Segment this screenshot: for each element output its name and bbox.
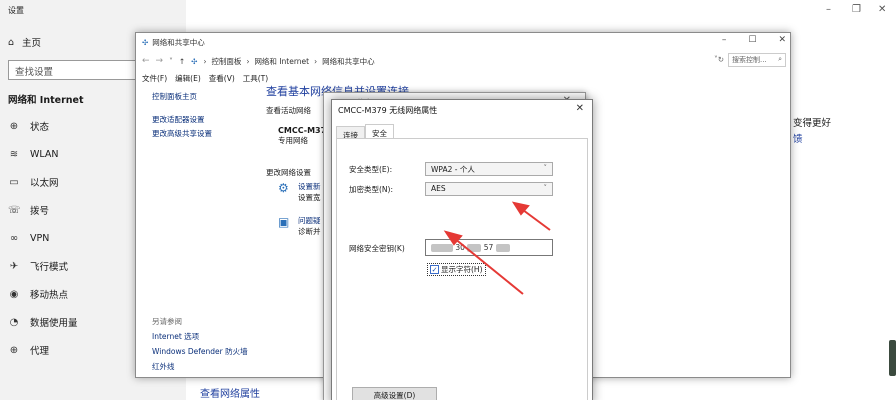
scrollbar-thumb[interactable] <box>889 340 896 376</box>
home-icon: ⌂ <box>8 36 15 48</box>
cpanel-menu-bar: 文件(F) 编辑(E) 查看(V) 工具(T) <box>136 71 790 85</box>
view-network-properties-link[interactable]: 查看网络属性 <box>200 385 260 400</box>
settings-nav: ⊕ 状态 ≋ WLAN ▭ 以太网 ☏ 拨号 ∞ VPN ✈ 飞行模式 ◉ 移动热点 ◔ 数据使… <box>8 112 78 364</box>
settings-section-title: 网络和 Internet <box>8 95 84 106</box>
chevron-down-icon: ˅ <box>543 184 548 192</box>
menu-view[interactable]: 查看(V) <box>209 73 235 84</box>
settings-title: 设置 <box>8 6 24 15</box>
cpanel-address-bar: ← → ˅ ↑ ✣ › 控制面板 › 网络和 Internet › 网络和共享中心 ˅… <box>136 51 790 71</box>
setup-connection-icon: ⚙ <box>278 181 289 195</box>
props-security-panel: 安全类型(E): WPA2 - 个人 ˅ 加密类型(N): AES ˅ 网络安全密钥… <box>336 138 588 400</box>
encryption-type-select[interactable]: AES ˅ <box>425 182 553 196</box>
change-settings-label: 更改网络设置 <box>266 168 311 177</box>
cpanel-left-links: 控制面板主页 更改适配器设置 更改高级共享设置 <box>152 91 212 139</box>
link-advanced-sharing[interactable]: 更改高级共享设置 <box>152 128 212 139</box>
link-adapter-settings[interactable]: 更改适配器设置 <box>152 114 212 125</box>
settings-right-text: 变得更好 <box>793 118 832 129</box>
address-network-icon: ✣ <box>191 56 198 66</box>
link-internet-options[interactable]: Internet 选项 <box>152 331 248 342</box>
settings-nav-item-proxy[interactable]: ⊕ 代理 <box>8 336 78 364</box>
back-icon[interactable]: ← <box>142 56 150 66</box>
up-icon[interactable]: ↑ <box>179 57 185 66</box>
active-networks-label: 查看活动网络 <box>266 106 311 115</box>
security-type-select[interactable]: WPA2 - 个人 ˅ <box>425 162 553 176</box>
advanced-settings-button[interactable]: 高级设置(D) <box>352 387 437 400</box>
settings-nav-item-status[interactable]: ⊕ 状态 <box>8 112 78 140</box>
link-infrared[interactable]: 红外线 <box>152 361 248 372</box>
props-titlebar: CMCC-M379 无线网络属性 ✕ <box>332 100 592 119</box>
task-troubleshoot-link[interactable]: 问题疑 <box>298 215 321 226</box>
refresh-icon[interactable]: ˅↻ <box>714 55 724 64</box>
proxy-icon: ⊕ <box>9 344 19 356</box>
redacted-block <box>495 244 510 252</box>
settings-feedback-link[interactable]: 馈 <box>793 131 803 145</box>
settings-nav-item-airplane[interactable]: ✈ 飞行模式 <box>8 252 78 280</box>
encryption-type-label: 加密类型(N): <box>349 185 393 194</box>
cpanel-minimize-icon[interactable]: – <box>722 35 727 45</box>
security-key-input[interactable]: 30 57 <box>425 239 553 256</box>
settings-nav-item-dialup[interactable]: ☏ 拨号 <box>8 196 78 224</box>
cpanel-close-icon[interactable]: ✕ <box>778 35 786 45</box>
home-label: 主页 <box>22 38 42 49</box>
props-title: CMCC-M379 无线网络属性 <box>338 106 438 115</box>
redacted-block <box>431 244 453 252</box>
breadcrumb-item[interactable]: 控制面板 <box>211 56 241 67</box>
settings-nav-item-wlan[interactable]: ≋ WLAN <box>8 140 78 168</box>
settings-nav-item-data-usage[interactable]: ◔ 数据使用量 <box>8 308 78 336</box>
security-type-label: 安全类型(E): <box>349 165 393 174</box>
checkmark-icon: ✓ <box>430 265 439 274</box>
security-key-label: 网络安全密钥(K) <box>349 244 405 253</box>
see-also-title: 另请参阅 <box>152 317 182 326</box>
menu-file[interactable]: 文件(F) <box>142 73 167 84</box>
chevron-down-icon[interactable]: ˅ <box>169 57 173 66</box>
link-defender-firewall[interactable]: Windows Defender 防火墙 <box>152 346 248 357</box>
cpanel-title: 网络和共享中心 <box>152 37 205 47</box>
data-usage-icon: ◔ <box>9 316 19 328</box>
task-setup-connection[interactable]: ⚙ 设置新 设置宽 <box>278 181 321 203</box>
forward-icon[interactable]: → <box>156 56 164 66</box>
menu-tools[interactable]: 工具(T) <box>243 73 268 84</box>
link-cpanel-home[interactable]: 控制面板主页 <box>152 91 212 102</box>
task-troubleshoot[interactable]: ▣ 问题疑 诊断并 <box>278 215 321 237</box>
vpn-icon: ∞ <box>9 232 19 244</box>
breadcrumb: › 控制面板 › 网络和 Internet › 网络和共享中心 <box>203 56 375 67</box>
settings-nav-item-hotspot[interactable]: ◉ 移动热点 <box>8 280 78 308</box>
chevron-down-icon: ˅ <box>543 164 548 172</box>
cpanel-titlebar: ✣ 网络和共享中心 – ☐ ✕ <box>136 33 790 51</box>
show-characters-checkbox[interactable]: ✓ 显示字符(H) <box>427 263 486 276</box>
cpanel-see-also: 另请参阅 Internet 选项 Windows Defender 防火墙 红外… <box>152 316 248 372</box>
settings-nav-item-ethernet[interactable]: ▭ 以太网 <box>8 168 78 196</box>
breadcrumb-item[interactable]: 网络和 Internet <box>254 56 309 67</box>
troubleshoot-icon: ▣ <box>278 215 290 229</box>
search-icon: ⌕ <box>778 55 782 63</box>
airplane-icon: ✈ <box>9 260 19 272</box>
redacted-block <box>467 244 482 252</box>
maximize-icon[interactable]: ❐ <box>852 4 861 15</box>
menu-edit[interactable]: 编辑(E) <box>175 73 201 84</box>
settings-nav-item-vpn[interactable]: ∞ VPN <box>8 224 78 252</box>
wifi-icon: ≋ <box>9 148 19 160</box>
globe-icon: ⊕ <box>9 120 19 132</box>
hotspot-icon: ◉ <box>9 288 19 300</box>
ethernet-icon: ▭ <box>9 176 19 188</box>
wireless-properties-dialog: CMCC-M379 无线网络属性 ✕ 连接 安全 安全类型(E): WPA2 -… <box>331 99 593 400</box>
network-center-icon: ✣ <box>142 37 149 47</box>
close-icon[interactable]: ✕ <box>878 4 886 15</box>
breadcrumb-item[interactable]: 网络和共享中心 <box>322 56 375 67</box>
minimize-icon[interactable]: – <box>826 4 831 15</box>
task-setup-link[interactable]: 设置新 <box>298 181 321 192</box>
settings-home-item[interactable]: ⌂ 主页 <box>8 35 42 50</box>
network-type: 专用网络 <box>278 136 308 145</box>
cpanel-search-input[interactable]: 搜索控制... ⌕ <box>728 53 786 67</box>
props-close-icon[interactable]: ✕ <box>576 103 584 114</box>
dialup-icon: ☏ <box>8 204 21 216</box>
cpanel-maximize-icon[interactable]: ☐ <box>748 35 756 45</box>
